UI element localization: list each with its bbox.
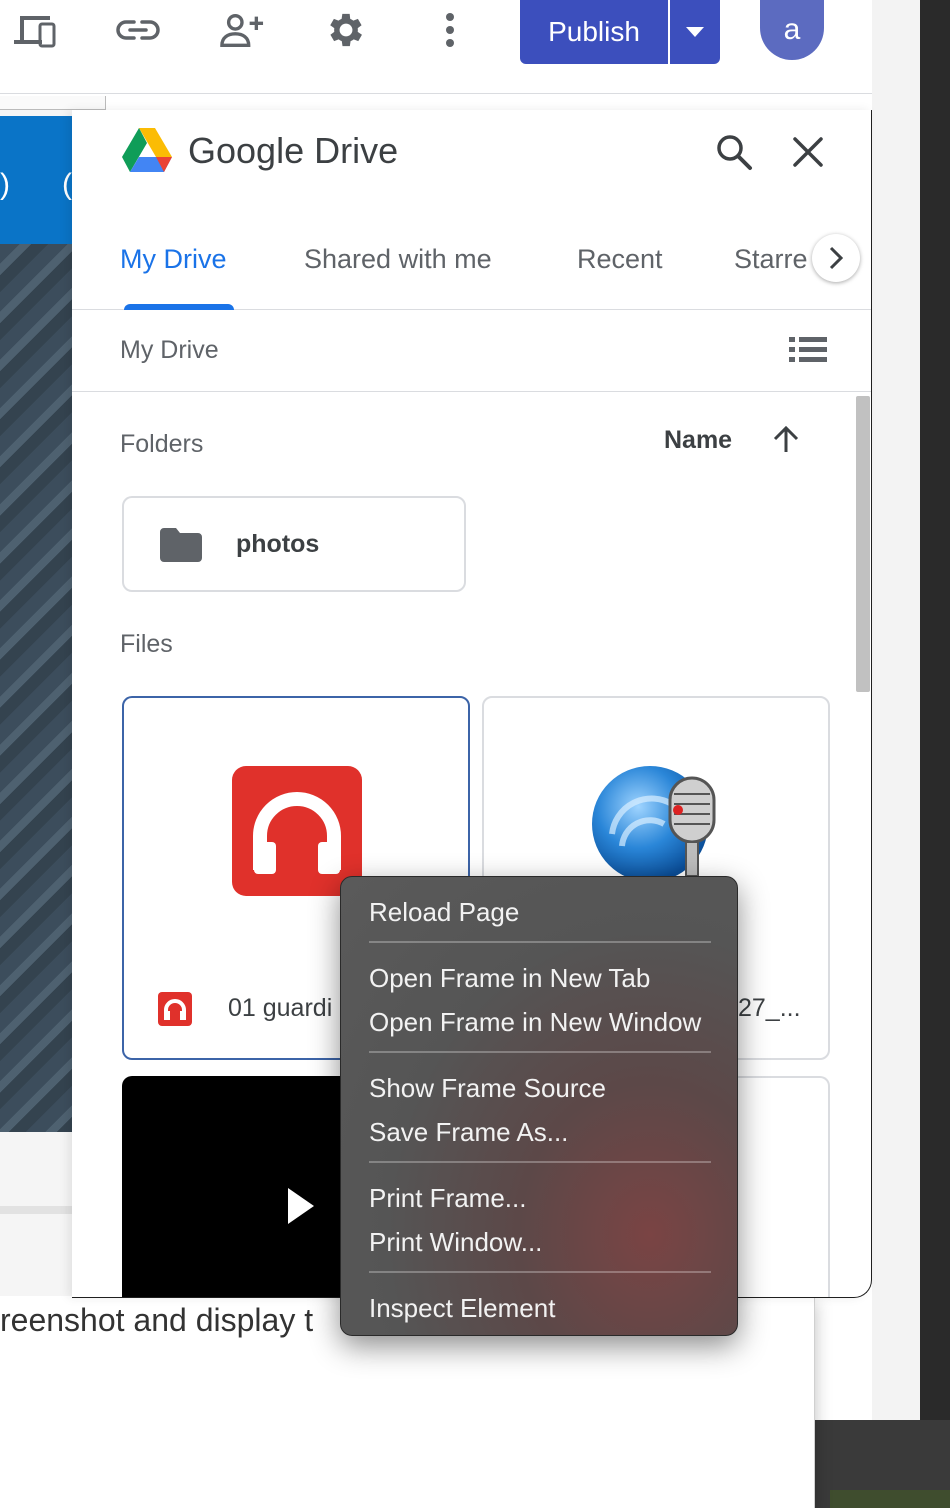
menu-item-open-frame-new-window[interactable]: Open Frame in New Window — [369, 1007, 701, 1038]
background-desktop-corner — [812, 1420, 950, 1508]
breadcrumb[interactable]: My Drive — [120, 336, 219, 365]
tab-my-drive[interactable]: My Drive — [120, 244, 227, 275]
chevron-right-icon — [829, 246, 843, 270]
scrollbar-thumb[interactable] — [856, 396, 870, 692]
background-blue-banner: ) ( — [0, 116, 72, 244]
menu-separator — [369, 1271, 711, 1273]
menu-separator — [369, 941, 711, 943]
play-icon — [288, 1188, 314, 1224]
headphones-icon — [158, 992, 192, 1026]
menu-item-show-frame-source[interactable]: Show Frame Source — [369, 1073, 606, 1104]
menu-item-reload-page[interactable]: Reload Page — [369, 897, 519, 928]
tab-recent[interactable]: Recent — [577, 244, 663, 275]
menu-item-save-frame-as[interactable]: Save Frame As... — [369, 1117, 568, 1148]
link-icon[interactable] — [116, 8, 160, 52]
background-building-photo — [0, 244, 72, 1132]
publish-options-button[interactable] — [670, 0, 720, 64]
drive-tabs: My Drive Shared with me Recent Starre — [72, 222, 871, 310]
search-button[interactable] — [712, 130, 756, 174]
background-dark-edge — [920, 0, 950, 1430]
tabs-scroll-right-button[interactable] — [812, 234, 860, 282]
list-view-button[interactable] — [786, 330, 830, 370]
microphone-icon — [592, 766, 716, 882]
background-page-strip: ) ( — [0, 96, 72, 1296]
file-name: 01 guardi — [228, 994, 333, 1022]
sort-direction-button[interactable] — [768, 422, 804, 458]
devices-icon[interactable] — [12, 8, 56, 52]
folder-item[interactable]: photos — [122, 496, 466, 592]
caret-down-icon — [686, 27, 704, 37]
search-icon — [717, 135, 752, 170]
files-heading: Files — [120, 630, 173, 658]
arrow-up-icon — [773, 426, 799, 452]
background-divider — [0, 1206, 72, 1214]
menu-separator — [369, 1051, 711, 1053]
menu-item-inspect-element[interactable]: Inspect Element — [369, 1293, 555, 1324]
ruler — [0, 96, 106, 110]
gear-icon[interactable] — [324, 8, 368, 52]
breadcrumb-bar: My Drive — [72, 310, 871, 392]
menu-separator — [369, 1161, 711, 1163]
drive-logo-icon — [122, 128, 172, 172]
menu-item-print-frame[interactable]: Print Frame... — [369, 1183, 526, 1214]
add-person-icon[interactable] — [220, 8, 264, 52]
top-toolbar: Publish a — [0, 0, 872, 94]
sort-by-name-button[interactable]: Name — [664, 426, 732, 455]
tab-starred[interactable]: Starre — [734, 244, 808, 275]
menu-item-open-frame-new-tab[interactable]: Open Frame in New Tab — [369, 963, 650, 994]
tab-shared-with-me[interactable]: Shared with me — [304, 244, 492, 275]
file-name: 27_... — [738, 994, 801, 1022]
publish-button[interactable]: Publish — [520, 0, 668, 64]
headphones-icon — [232, 766, 362, 896]
background-document-text: reenshot and display t — [0, 1302, 314, 1338]
banner-text: ) — [0, 168, 10, 201]
folder-icon — [160, 528, 202, 562]
more-vert-icon[interactable] — [428, 8, 472, 52]
close-icon — [793, 137, 823, 167]
banner-text-2: ( — [62, 168, 72, 201]
folders-heading: Folders — [120, 430, 204, 458]
folder-name: photos — [236, 530, 320, 558]
avatar[interactable]: a — [760, 0, 824, 60]
close-button[interactable] — [786, 130, 830, 174]
menu-item-print-window[interactable]: Print Window... — [369, 1227, 542, 1258]
list-view-icon — [789, 337, 827, 362]
drive-header: Google Drive — [72, 110, 871, 200]
drive-title: Google Drive — [188, 130, 399, 171]
context-menu: Reload Page Open Frame in New Tab Open F… — [340, 876, 738, 1336]
